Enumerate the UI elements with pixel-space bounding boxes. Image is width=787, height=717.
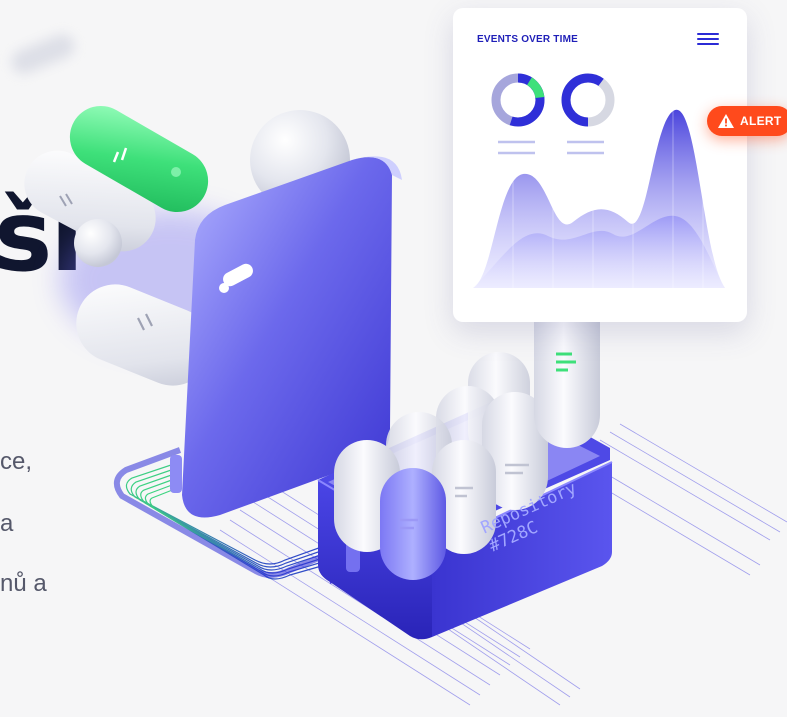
hamburger-menu-icon[interactable] xyxy=(697,30,719,48)
events-chart xyxy=(473,73,725,288)
events-over-time-card: EVENTS OVER TIME xyxy=(453,8,747,322)
blurred-pill xyxy=(11,34,75,74)
warning-icon xyxy=(718,114,734,128)
alert-badge[interactable]: ALERT xyxy=(707,106,787,136)
donut-chart-1 xyxy=(491,73,545,127)
card-title: EVENTS OVER TIME xyxy=(477,34,578,45)
legend-lines xyxy=(498,140,604,155)
area-chart xyxy=(473,108,725,288)
sphere-small xyxy=(74,219,122,267)
alert-label: ALERT xyxy=(740,114,782,128)
donut-chart-2 xyxy=(561,73,615,127)
